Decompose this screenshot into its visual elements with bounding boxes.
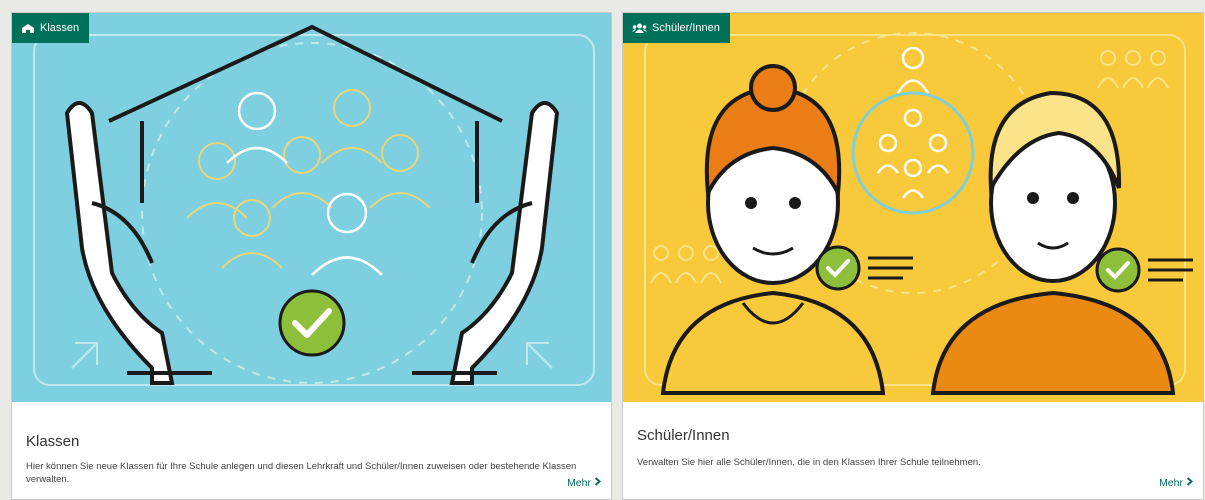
tag-label: Schüler/Innen	[652, 22, 720, 34]
schueler-illustration	[623, 13, 1203, 402]
tag-label: Klassen	[40, 22, 80, 34]
card-schueler[interactable]: Schüler/Innen Schüler/Innen Verwalten Si…	[622, 12, 1204, 500]
klassen-illustration	[12, 13, 611, 402]
users-icon	[632, 23, 647, 34]
school-icon	[21, 23, 35, 34]
more-link[interactable]: Mehr	[567, 477, 602, 489]
tag-schueler: Schüler/Innen	[623, 13, 730, 43]
tag-klassen: Klassen	[12, 13, 90, 43]
more-label: Mehr	[567, 477, 591, 489]
card-title: Schüler/Innen	[637, 427, 730, 444]
more-label: Mehr	[1159, 477, 1183, 489]
chevron-right-icon	[594, 477, 602, 489]
more-link[interactable]: Mehr	[1159, 477, 1194, 489]
card-body: Schüler/Innen Verwalten Sie hier alle Sc…	[623, 402, 1203, 499]
chevron-right-icon	[1186, 477, 1194, 489]
card-description: Verwalten Sie hier alle Schüler/Innen, d…	[637, 457, 981, 468]
card-klassen[interactable]: Klassen Klassen Hier können Sie neue Kla…	[11, 12, 612, 500]
card-title: Klassen	[26, 433, 80, 450]
card-description: Hier können Sie neue Klassen für Ihre Sc…	[26, 461, 577, 485]
card-body: Klassen Hier können Sie neue Klassen für…	[12, 402, 611, 499]
